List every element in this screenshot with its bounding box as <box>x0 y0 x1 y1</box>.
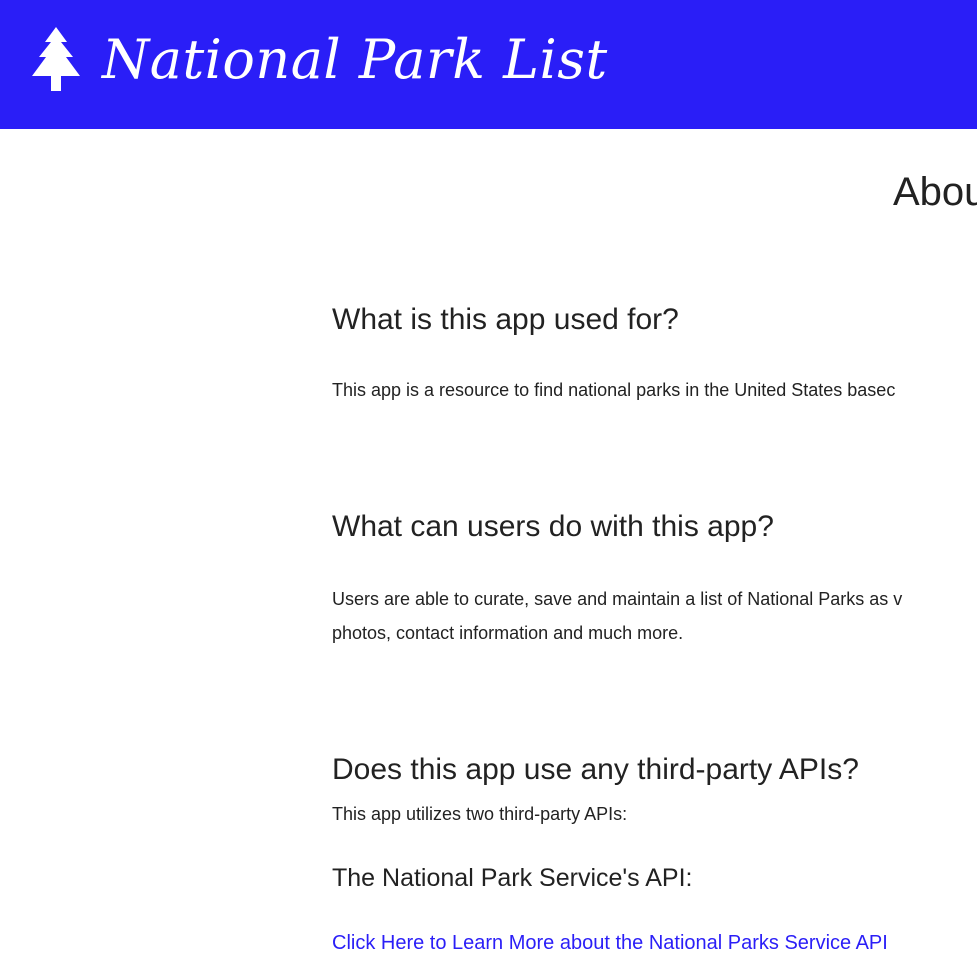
section-heading-third-party-apis: Does this app use any third-party APIs? <box>332 753 859 786</box>
section-text-user-actions: Users are able to curate, save and maint… <box>332 582 902 650</box>
section-heading-app-purpose: What is this app used for? <box>332 303 679 336</box>
section-text-line: photos, contact information and much mor… <box>332 623 684 643</box>
section-text-line: Users are able to curate, save and maint… <box>332 589 903 609</box>
site-header: National Park List <box>0 0 977 129</box>
section-heading-user-actions: What can users do with this app? <box>332 510 774 543</box>
section-text-third-party-apis: This app utilizes two third-party APIs: <box>332 797 627 831</box>
section-text-app-purpose: This app is a resource to find national … <box>332 373 895 407</box>
page-title: Abou <box>893 170 977 214</box>
section-text-line: This app is a resource to find national … <box>332 380 896 400</box>
nps-api-heading: The National Park Service's API: <box>332 864 693 892</box>
brand-home-link[interactable]: National Park List <box>30 20 608 100</box>
nps-api-link[interactable]: Click Here to Learn More about the Natio… <box>332 932 888 955</box>
tree-icon <box>30 25 82 95</box>
brand-title: National Park List <box>102 28 608 91</box>
section-text-line: This app utilizes two third-party APIs: <box>332 804 628 824</box>
